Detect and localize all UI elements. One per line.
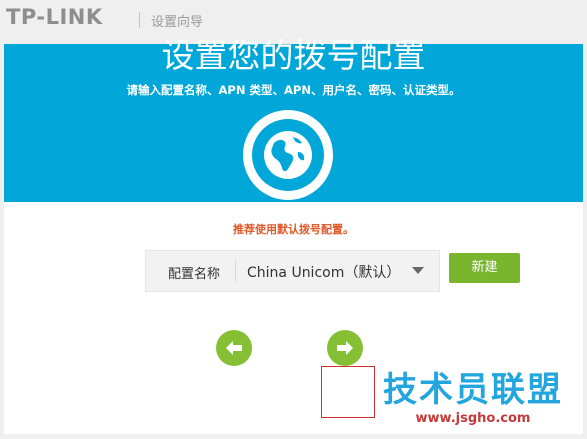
watermark-brand: 技术员联盟: [383, 370, 563, 410]
profile-label: 配置名称: [168, 267, 221, 282]
globe-badge: [243, 110, 333, 200]
chevron-down-icon[interactable]: [412, 267, 424, 274]
page-subtitle: 请输入配置名称、APN 类型、APN、用户名、密码、认证类型。: [126, 83, 461, 97]
previous-button[interactable]: [216, 330, 252, 366]
top-bar: TP-LINK 设置向导: [0, 0, 587, 40]
arrow-right-icon: [337, 341, 353, 355]
profile-select[interactable]: 配置名称 China Unicom（默认）: [145, 250, 440, 292]
watermark-url: www.jsgho.com: [415, 411, 531, 426]
wizard-label: 设置向导: [151, 15, 204, 30]
profile-divider: [235, 259, 236, 283]
recommend-text: 推荐使用默认拨号配置。: [233, 223, 354, 236]
arrow-left-icon: [226, 341, 242, 355]
new-profile-button[interactable]: 新建: [449, 253, 520, 283]
top-divider: [139, 12, 140, 28]
profile-value[interactable]: China Unicom（默认）: [247, 262, 400, 282]
tp-link-logo: TP-LINK: [6, 5, 103, 29]
page-title: 设置您的拨号配置: [161, 36, 426, 75]
next-button[interactable]: [327, 330, 363, 366]
watermark: 技术员联盟 www.jsgho.com: [359, 370, 587, 439]
globe-icon: [252, 119, 324, 191]
